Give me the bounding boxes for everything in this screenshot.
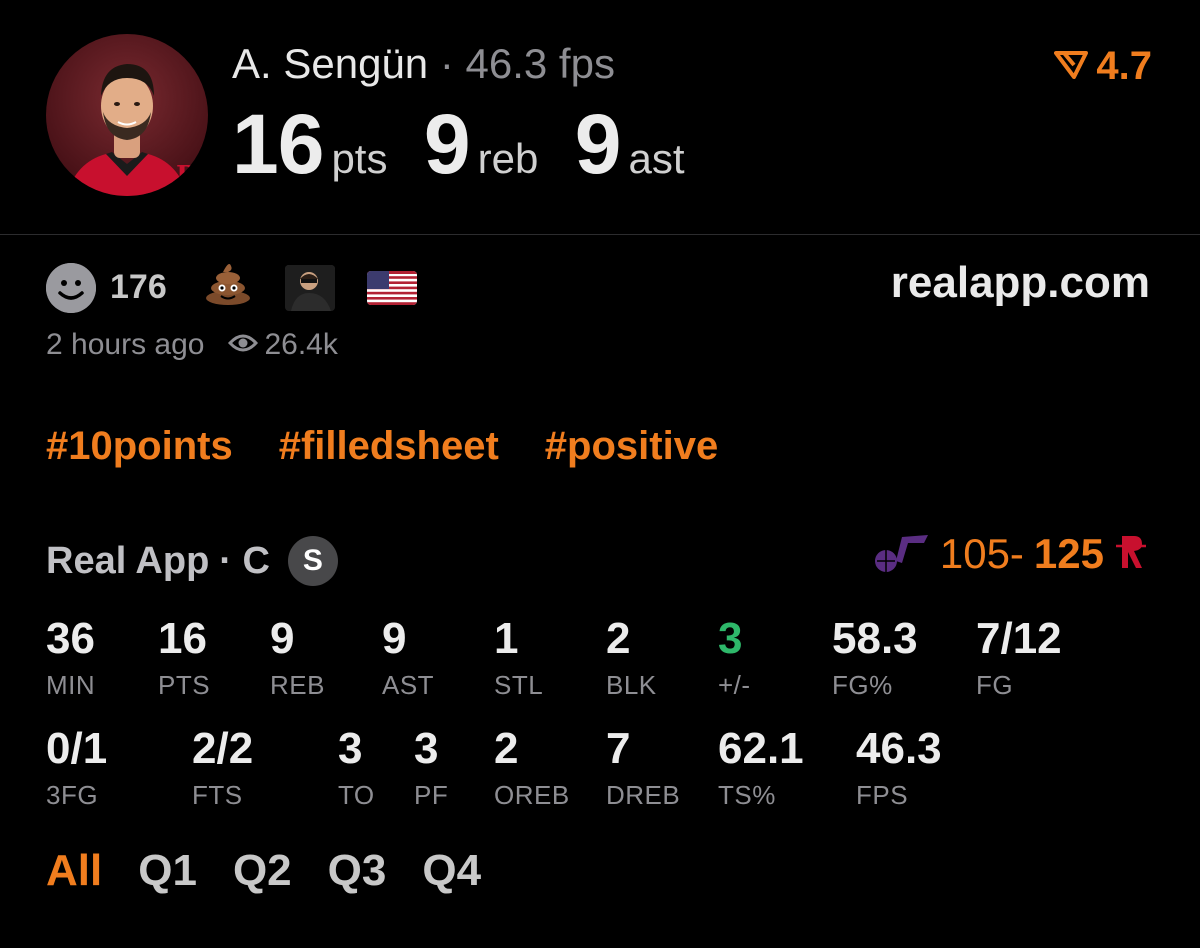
- reaction-count[interactable]: 176: [110, 268, 167, 307]
- game-score[interactable]: 105- 125: [872, 530, 1148, 578]
- stat-label: MIN: [46, 670, 96, 700]
- us-flag-icon[interactable]: [366, 270, 417, 305]
- stat-label: FPS: [856, 780, 909, 810]
- time-ago: 2 hours ago: [46, 328, 205, 361]
- stat-reb: 9 REB: [270, 614, 325, 701]
- jazz-logo-icon: [872, 531, 930, 578]
- tab-q2[interactable]: Q2: [233, 846, 292, 896]
- post-meta: 2 hours ago 26.4k: [46, 328, 338, 362]
- real-logo-icon: [1054, 44, 1089, 89]
- hashtag-filledsheet[interactable]: #filledsheet: [279, 424, 499, 469]
- player-position: · C: [219, 539, 270, 582]
- site-link[interactable]: realapp.com: [891, 258, 1150, 308]
- assists-label: ast: [628, 135, 685, 182]
- game-source: Real App · C S: [46, 536, 338, 586]
- stat-dreb: 7 DREB: [606, 724, 680, 811]
- player-name-line: A. Sengün · 46.3 fps: [232, 40, 615, 88]
- stat-label: FG%: [832, 670, 893, 700]
- separator: ·: [439, 40, 454, 87]
- player-fps: 46.3 fps: [465, 40, 615, 87]
- stat-label: FTS: [192, 780, 243, 810]
- stat-value: 58.3: [832, 614, 918, 663]
- stat-pts: 16 PTS: [158, 614, 210, 701]
- stat-label: PTS: [158, 670, 211, 700]
- score-away: 105-: [939, 530, 1024, 577]
- stat-label: 3FG: [46, 780, 99, 810]
- stat-fg: 58.3 FG%: [832, 614, 918, 701]
- stat-min: 36 MIN: [46, 614, 95, 701]
- hashtag-positive[interactable]: #positive: [545, 424, 718, 469]
- stat-fts: 2/2 FTS: [192, 724, 253, 811]
- hashtag-10points[interactable]: #10points: [46, 424, 233, 469]
- rebounds-label: reb: [477, 135, 539, 182]
- stat-value: 0/1: [46, 724, 108, 773]
- stat-label: STL: [494, 670, 544, 700]
- svg-text:R: R: [176, 161, 198, 191]
- hashtags: #10points #filledsheet #positive: [46, 424, 718, 469]
- stat-stl: 1 STL: [494, 614, 543, 701]
- stat-value: 1: [494, 614, 519, 663]
- player-name[interactable]: A. Sengün: [232, 40, 428, 87]
- s-badge[interactable]: S: [287, 536, 338, 586]
- stat-value: 7/12: [976, 614, 1062, 663]
- user-avatar[interactable]: [284, 264, 335, 311]
- rating-badge[interactable]: 4.7: [1054, 44, 1152, 89]
- stat-label: +/-: [718, 670, 751, 700]
- stat-value: 46.3: [856, 724, 942, 773]
- stat-3fg: 0/1 3FG: [46, 724, 107, 811]
- stat-pf: 3 PF: [414, 724, 448, 811]
- stat-label: TS%: [718, 780, 776, 810]
- view-count: 26.4k: [264, 328, 338, 361]
- stat-value: 9: [382, 614, 407, 663]
- stat-label: PF: [414, 780, 449, 810]
- stat-value: 36: [46, 614, 95, 663]
- stat-label: OREB: [494, 780, 570, 810]
- tab-q4[interactable]: Q4: [422, 846, 481, 896]
- tab-all[interactable]: All: [46, 846, 102, 896]
- stat-value: 7: [606, 724, 631, 773]
- stat-value: 3: [338, 724, 363, 773]
- stat-label: BLK: [606, 670, 657, 700]
- stat-label: FG: [976, 670, 1014, 700]
- tab-q3[interactable]: Q3: [328, 846, 387, 896]
- stat-value: 9: [270, 614, 295, 663]
- stat-blk: 2 BLK: [606, 614, 657, 701]
- rebounds-value: 9: [423, 97, 471, 191]
- points-label: pts: [331, 135, 388, 182]
- stat-fg: 7/12 FG: [976, 614, 1062, 701]
- stat-ts: 62.1 TS%: [718, 724, 804, 811]
- headline-stats: 16 pts 9 reb 9 ast: [232, 96, 717, 193]
- source-name: Real App: [46, 539, 210, 582]
- stat-value: 2: [606, 614, 631, 663]
- views-group: 26.4k: [228, 328, 338, 362]
- poop-emoji-icon[interactable]: [203, 258, 253, 317]
- score-home: 125: [1033, 530, 1104, 577]
- smile-icon[interactable]: [46, 262, 96, 313]
- divider: [0, 234, 1200, 235]
- stat-value: 16: [158, 614, 207, 663]
- stat-label: REB: [270, 670, 325, 700]
- stat-label: TO: [338, 780, 375, 810]
- stat-to: 3 TO: [338, 724, 375, 811]
- stat-value: 3: [718, 614, 743, 663]
- stat-fps: 46.3 FPS: [856, 724, 942, 811]
- stat-value: 3: [414, 724, 439, 773]
- stat-oreb: 2 OREB: [494, 724, 570, 811]
- points-value: 16: [232, 97, 324, 191]
- stat-label: DREB: [606, 780, 681, 810]
- player-avatar[interactable]: R: [46, 34, 208, 196]
- tab-q1[interactable]: Q1: [138, 846, 197, 896]
- assists-value: 9: [574, 97, 622, 191]
- stat-: 3 +/-: [718, 614, 751, 701]
- quarter-tabs: All Q1 Q2 Q3 Q4: [46, 846, 481, 896]
- stat-value: 62.1: [718, 724, 804, 773]
- stat-value: 2: [494, 724, 519, 773]
- eye-icon: [228, 328, 259, 362]
- stat-value: 2/2: [192, 724, 254, 773]
- stat-label: AST: [382, 670, 435, 700]
- stat-ast: 9 AST: [382, 614, 434, 701]
- rating-value: 4.7: [1096, 44, 1152, 88]
- rockets-logo-icon: [1114, 532, 1148, 577]
- reactions-row: 176: [46, 258, 417, 317]
